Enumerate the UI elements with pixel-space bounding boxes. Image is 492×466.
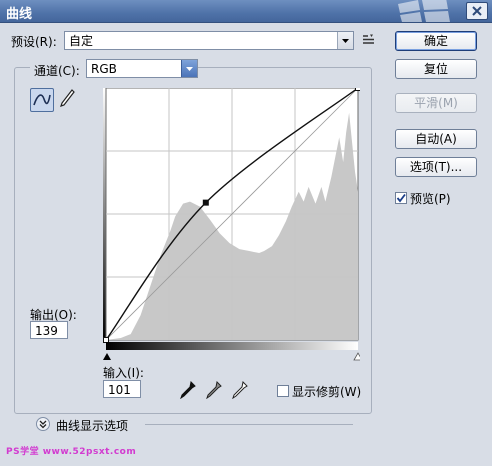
curves-graph[interactable] (103, 88, 360, 344)
preview-label: 预览(P) (410, 192, 451, 206)
output-input[interactable]: 139 (30, 321, 68, 339)
preset-value: 自定 (69, 34, 94, 48)
input-slider[interactable] (103, 342, 360, 364)
input-input[interactable]: 101 (103, 380, 141, 398)
close-button[interactable] (466, 2, 488, 20)
close-icon (472, 6, 482, 16)
channel-label: 通道(C): (34, 64, 80, 78)
input-gradient (106, 342, 358, 350)
pencil-icon[interactable] (58, 88, 76, 110)
checkmark-icon (396, 193, 406, 203)
white-eyedropper-icon[interactable] (232, 381, 248, 399)
chevron-down-icon (186, 67, 193, 71)
preset-dropdown-arrow[interactable] (337, 32, 353, 49)
options-button[interactable]: 选项(T)... (395, 157, 477, 177)
black-slider-triangle[interactable] (103, 353, 111, 360)
channel-select[interactable]: RGB (86, 59, 198, 78)
curve-tool-button[interactable] (30, 88, 54, 112)
gray-eyedropper-icon[interactable] (206, 381, 222, 399)
ok-button[interactable]: 确定 (395, 31, 477, 51)
curve-point-active[interactable] (202, 199, 209, 206)
curve-tool-icon (33, 94, 51, 106)
show-clipping-label: 显示修剪(W) (292, 385, 362, 399)
watermark-text: PS学堂 www.52psxt.com (6, 447, 137, 457)
smooth-button[interactable]: 平滑(M) (395, 93, 477, 113)
chevron-double-down-icon[interactable] (36, 417, 50, 431)
input-label: 输入(I): (103, 366, 144, 380)
windows-logo-decoration (398, 0, 450, 22)
reset-button[interactable]: 复位 (395, 59, 477, 79)
preset-label: 预设(R): (11, 35, 57, 49)
display-options-divider (145, 424, 353, 425)
display-options-label: 曲线显示选项 (56, 419, 129, 433)
white-slider-triangle[interactable] (353, 352, 360, 361)
channel-dropdown-arrow[interactable] (181, 60, 197, 77)
channel-value: RGB (91, 62, 117, 76)
preview-checkbox[interactable] (395, 192, 407, 204)
show-clipping-checkbox[interactable] (277, 385, 289, 397)
list-menu-icon[interactable] (362, 34, 376, 46)
black-eyedropper-icon[interactable] (180, 381, 196, 399)
preset-select[interactable]: 自定 (64, 31, 354, 50)
curve-point-white[interactable] (355, 88, 361, 91)
chevron-down-icon (342, 39, 349, 43)
window-title: 曲线 (6, 7, 33, 22)
auto-button[interactable]: 自动(A) (395, 129, 477, 149)
